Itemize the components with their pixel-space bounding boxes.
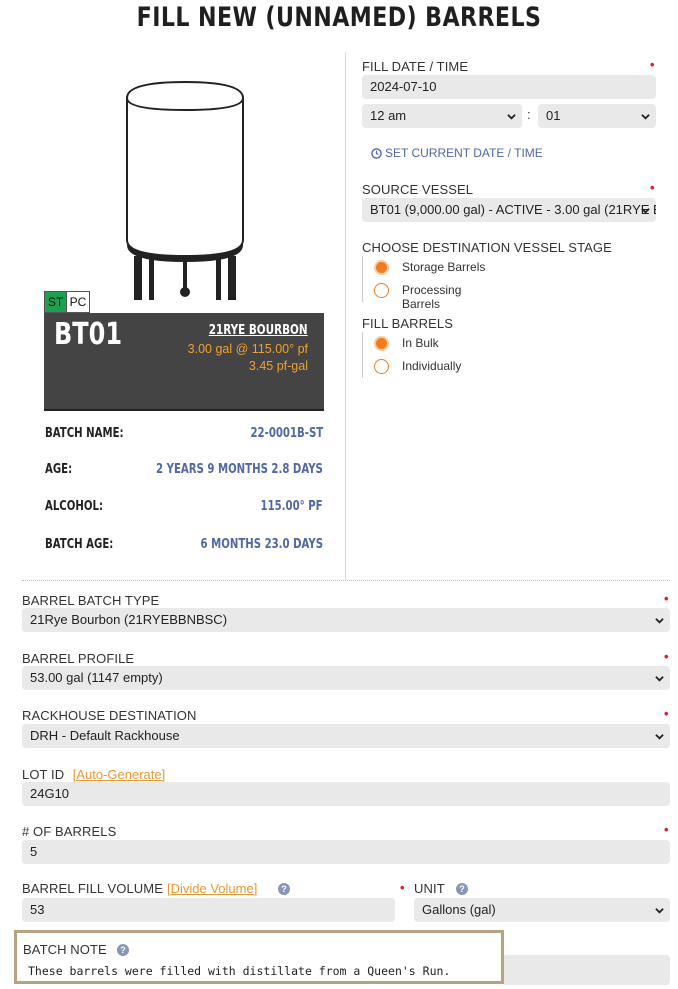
source-vessel-value: BT01 (9,000.00 gal) - ACTIVE - 3.00 gal … <box>370 202 656 217</box>
chevron-down-icon <box>641 114 650 120</box>
hour-select-value: 12 am <box>370 108 407 123</box>
vessel-batch-link[interactable]: 21RYE BOURBON <box>209 323 308 338</box>
section-divider <box>22 580 670 581</box>
detail-value: 6 MONTHS 23.0 DAYS <box>200 537 323 552</box>
auto-generate-link[interactable]: [Auto-Generate] <box>73 767 166 782</box>
batch-note-input[interactable]: These barrels were filled with distillat… <box>28 964 450 978</box>
vessel-proof-gallons: 3.45 pf-gal <box>248 359 308 373</box>
stage-tab-pc[interactable]: PC <box>67 291 90 313</box>
set-current-datetime-label: SET CURRENT DATE / TIME <box>385 146 543 160</box>
stage-tab-st[interactable]: ST <box>44 291 67 313</box>
column-divider <box>345 52 346 580</box>
minute-select[interactable]: 01 <box>538 104 656 128</box>
source-vessel-select[interactable]: BT01 (9,000.00 gal) - ACTIVE - 3.00 gal … <box>362 198 656 222</box>
barrel-batch-type-value: 21Rye Bourbon (21RYEBBNBSC) <box>30 612 228 627</box>
unit-label: UNIT <box>414 881 445 896</box>
help-icon[interactable]: ? <box>456 883 468 895</box>
fill-volume-label-row: BARREL FILL VOLUME [Divide Volume] <box>22 881 257 896</box>
detail-row-age: AGE: 2 YEARS 9 MONTHS 2.8 DAYS <box>45 462 323 482</box>
detail-value: 2 YEARS 9 MONTHS 2.8 DAYS <box>156 462 323 477</box>
clock-icon <box>371 147 382 159</box>
destination-stage-radio-group: Storage Barrels Processing Barrels <box>362 256 502 311</box>
barrel-profile-label: BARREL PROFILE <box>22 651 135 666</box>
required-marker: • <box>400 880 405 895</box>
detail-row-batch-name: BATCH NAME: 22-0001B-ST <box>45 426 323 446</box>
batch-note-field-extension[interactable] <box>504 955 670 985</box>
destination-stage-label: CHOOSE DESTINATION VESSEL STAGE <box>362 240 612 255</box>
fill-volume-label: BARREL FILL VOLUME <box>22 881 163 896</box>
barrel-profile-value: 53.00 gal (1147 empty) <box>30 670 163 685</box>
vessel-card: BT01 21RYE BOURBON 3.00 gal @ 115.00° pf… <box>44 313 324 411</box>
required-marker: • <box>650 57 655 72</box>
tank-illustration <box>126 80 244 300</box>
vessel-volume: 3.00 gal @ 115.00° pf <box>187 342 308 356</box>
detail-row-alcohol: ALCOHOL: 115.00° PF <box>45 499 323 519</box>
radio-label: In Bulk <box>402 336 439 350</box>
chevron-down-icon <box>655 734 664 740</box>
fill-volume-input[interactable]: 53 <box>22 898 395 922</box>
required-marker: • <box>664 591 669 606</box>
divide-volume-link[interactable]: [Divide Volume] <box>167 881 257 896</box>
detail-row-batch-age: BATCH AGE: 6 MONTHS 23.0 DAYS <box>45 537 323 557</box>
batch-note-label: BATCH NOTE <box>23 942 107 957</box>
page-title: FILL NEW (UNNAMED) BARRELS <box>136 2 542 33</box>
radio-button[interactable] <box>374 359 389 374</box>
required-marker: • <box>650 180 655 195</box>
barrel-batch-type-label: BARREL BATCH TYPE <box>22 593 160 608</box>
barrel-profile-select[interactable]: 53.00 gal (1147 empty) <box>22 666 670 690</box>
rackhouse-value: DRH - Default Rackhouse <box>30 728 180 743</box>
minute-select-value: 01 <box>546 108 561 123</box>
radio-label: Individually <box>402 359 462 373</box>
lot-id-input[interactable]: 24G10 <box>22 782 670 806</box>
unit-select[interactable]: Gallons (gal) <box>414 898 670 922</box>
vessel-id: BT01 <box>54 317 123 352</box>
radio-option-processing-barrels[interactable]: Processing Barrels <box>363 279 502 311</box>
fill-date-input[interactable]: 2024-07-10 <box>362 75 656 99</box>
rackhouse-label: RACKHOUSE DESTINATION <box>22 708 197 723</box>
unit-select-value: Gallons (gal) <box>422 902 496 917</box>
radio-label: Storage Barrels <box>402 260 486 274</box>
detail-key: BATCH AGE: <box>45 537 114 552</box>
help-icon[interactable]: ? <box>278 883 290 895</box>
vessel-stage-tabs: ST PC <box>44 291 90 313</box>
fill-barrels-radio-group: In Bulk Individually <box>362 332 502 378</box>
set-current-datetime-link[interactable]: SET CURRENT DATE / TIME <box>371 146 543 160</box>
chevron-down-icon <box>655 908 664 914</box>
help-icon[interactable]: ? <box>117 944 129 956</box>
rackhouse-select[interactable]: DRH - Default Rackhouse <box>22 724 670 748</box>
chevron-down-icon <box>655 676 664 682</box>
detail-key: AGE: <box>45 462 73 477</box>
detail-value: 115.00° PF <box>260 499 323 514</box>
lot-id-label: LOT ID <box>22 767 65 782</box>
required-marker: • <box>664 822 669 837</box>
hour-select[interactable]: 12 am <box>362 104 522 128</box>
batch-note-highlight: BATCH NOTE ? These barrels were filled w… <box>14 930 504 984</box>
radio-button-selected[interactable] <box>374 260 389 275</box>
radio-button-selected[interactable] <box>374 336 389 351</box>
chevron-down-icon <box>507 114 516 120</box>
radio-option-individually[interactable]: Individually <box>363 355 502 378</box>
source-vessel-label: SOURCE VESSEL <box>362 182 474 197</box>
detail-key: BATCH NAME: <box>45 426 124 441</box>
required-marker: • <box>664 706 669 721</box>
fill-date-label: FILL DATE / TIME <box>362 59 469 74</box>
chevron-down-icon <box>655 618 664 624</box>
radio-label: Processing Barrels <box>402 283 462 311</box>
chevron-down-icon <box>641 208 650 214</box>
radio-option-in-bulk[interactable]: In Bulk <box>363 332 502 355</box>
radio-option-storage-barrels[interactable]: Storage Barrels <box>363 256 502 279</box>
radio-button[interactable] <box>374 283 389 298</box>
detail-key: ALCOHOL: <box>45 499 104 514</box>
num-barrels-input[interactable]: 5 <box>22 840 670 864</box>
time-separator: : <box>527 107 531 122</box>
required-marker: • <box>664 649 669 664</box>
fill-barrels-label: FILL BARRELS <box>362 316 454 331</box>
detail-value: 22-0001B-ST <box>250 426 323 441</box>
barrel-batch-type-select[interactable]: 21Rye Bourbon (21RYEBBNBSC) <box>22 608 670 632</box>
num-barrels-label: # OF BARRELS <box>22 824 117 839</box>
